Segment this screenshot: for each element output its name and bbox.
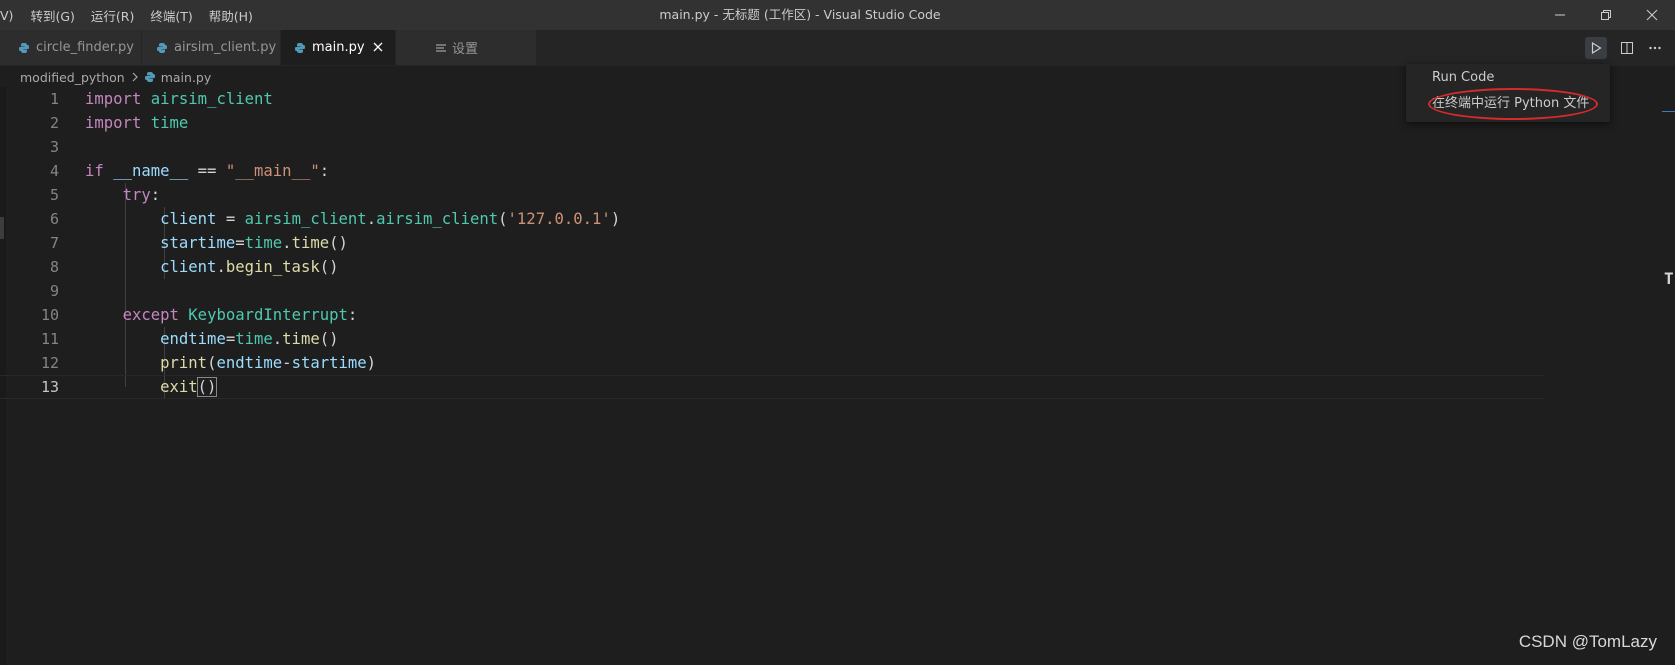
ellipsis-icon <box>1649 46 1661 49</box>
window-controls <box>1537 0 1675 30</box>
code-text: import airsim_client <box>85 90 273 108</box>
code-text: print(endtime-startime) <box>160 354 377 372</box>
line-number: 1 <box>49 90 59 108</box>
line-number: 8 <box>49 258 59 276</box>
code-editor[interactable]: 1 import airsim_client 2 import time 3 4… <box>0 87 1675 665</box>
breadcrumb: modified_python main.py <box>20 66 211 88</box>
code-line: 5 try: <box>0 183 1545 207</box>
run-button[interactable] <box>1585 36 1607 59</box>
title-bar: V) 转到(G) 运行(R) 终端(T) 帮助(H) main.py - 无标题… <box>0 0 1675 30</box>
code-line-current: 13 exit() <box>0 375 1545 399</box>
menu-item-terminal[interactable]: 终端(T) <box>142 6 200 25</box>
code-text: startime=time.time() <box>160 234 348 252</box>
editor-tab-bar: circle_finder.py airsim_client.py main.p… <box>0 30 1675 66</box>
minimize-button[interactable] <box>1537 0 1583 30</box>
python-icon <box>294 42 306 54</box>
code-text: except KeyboardInterrupt: <box>122 306 358 324</box>
code-text: exit() <box>160 377 218 397</box>
menu-bar: V) 转到(G) 运行(R) 终端(T) 帮助(H) <box>0 0 261 30</box>
window-title: main.py - 无标题 (工作区) - Visual Studio Code <box>659 7 941 22</box>
breadcrumb-folder[interactable]: modified_python <box>20 70 125 85</box>
close-icon <box>1646 9 1658 21</box>
tab-label: 设置 <box>452 42 479 57</box>
code-text: client = airsim_client.airsim_client('12… <box>160 210 621 228</box>
python-icon <box>18 42 30 54</box>
code-text: endtime=time.time() <box>160 330 339 348</box>
code-line: 10 except KeyboardInterrupt: <box>0 303 1545 327</box>
line-number: 10 <box>40 306 59 324</box>
code-text: if __name__ == "__main__": <box>85 162 330 180</box>
code-line: 4 if __name__ == "__main__": <box>0 159 1545 183</box>
highlight-ellipse <box>1428 88 1598 120</box>
run-dropdown-menu: Run Code 在终端中运行 Python 文件 <box>1406 64 1610 122</box>
line-number: 7 <box>49 234 59 252</box>
editor-actions <box>1585 30 1675 65</box>
split-editor-button[interactable] <box>1613 30 1641 65</box>
chevron-right-icon <box>131 72 139 82</box>
line-number: 2 <box>49 114 59 132</box>
line-number: 6 <box>49 210 59 228</box>
python-icon <box>156 42 168 54</box>
code-line: 3 <box>0 135 1545 159</box>
breadcrumb-file[interactable]: main.py <box>161 70 212 85</box>
restore-button[interactable] <box>1583 0 1629 30</box>
close-window-button[interactable] <box>1629 0 1675 30</box>
tab-circle-finder[interactable]: circle_finder.py <box>0 30 142 65</box>
line-number: 4 <box>49 162 59 180</box>
line-number: 9 <box>49 282 59 300</box>
line-number: 5 <box>49 186 59 204</box>
line-number: 13 <box>40 378 59 396</box>
tab-label: circle_finder.py <box>36 40 134 55</box>
menu-item-help[interactable]: 帮助(H) <box>201 6 261 25</box>
tab-settings[interactable]: 设置 <box>396 30 537 65</box>
tab-label: airsim_client.py <box>174 40 277 55</box>
close-tab-button[interactable] <box>370 39 386 55</box>
code-line: 7 startime=time.time() <box>0 231 1545 255</box>
restore-icon <box>1601 10 1611 20</box>
tab-main[interactable]: main.py <box>281 30 396 65</box>
code-line: 8 client.begin_task() <box>0 255 1545 279</box>
code-text: client.begin_task() <box>160 258 339 276</box>
split-editor-icon <box>1621 41 1633 54</box>
code-line: 12 print(endtime-startime) <box>0 351 1545 375</box>
code-text: try: <box>122 186 161 204</box>
python-icon <box>144 71 156 83</box>
tab-airsim-client[interactable]: airsim_client.py <box>142 30 281 65</box>
code-text: import time <box>85 114 189 132</box>
minimap-indicator <box>1662 111 1675 112</box>
more-actions-button[interactable] <box>1641 30 1669 65</box>
watermark: CSDN @TomLazy <box>1518 632 1657 651</box>
code-line: 6 client = airsim_client.airsim_client('… <box>0 207 1545 231</box>
line-number: 3 <box>49 138 59 156</box>
line-number: 11 <box>40 330 59 348</box>
settings-list-icon <box>436 43 446 53</box>
menu-item-run[interactable]: 运行(R) <box>83 6 142 25</box>
menu-item-go[interactable]: 转到(G) <box>22 6 82 25</box>
code-line: 9 <box>0 279 1545 303</box>
minimap-glyph: T <box>1664 269 1674 288</box>
code-line: 11 endtime=time.time() <box>0 327 1545 351</box>
tab-label: main.py <box>312 40 365 55</box>
code-line: 1 import airsim_client <box>0 87 1545 111</box>
minimize-icon <box>1555 14 1565 16</box>
line-number: 12 <box>40 354 59 372</box>
play-icon <box>1591 41 1602 54</box>
code-line: 2 import time <box>0 111 1545 135</box>
close-icon <box>373 42 383 52</box>
menu-item-view[interactable]: V) <box>0 8 22 23</box>
menu-item-run-code[interactable]: Run Code <box>1432 66 1494 90</box>
